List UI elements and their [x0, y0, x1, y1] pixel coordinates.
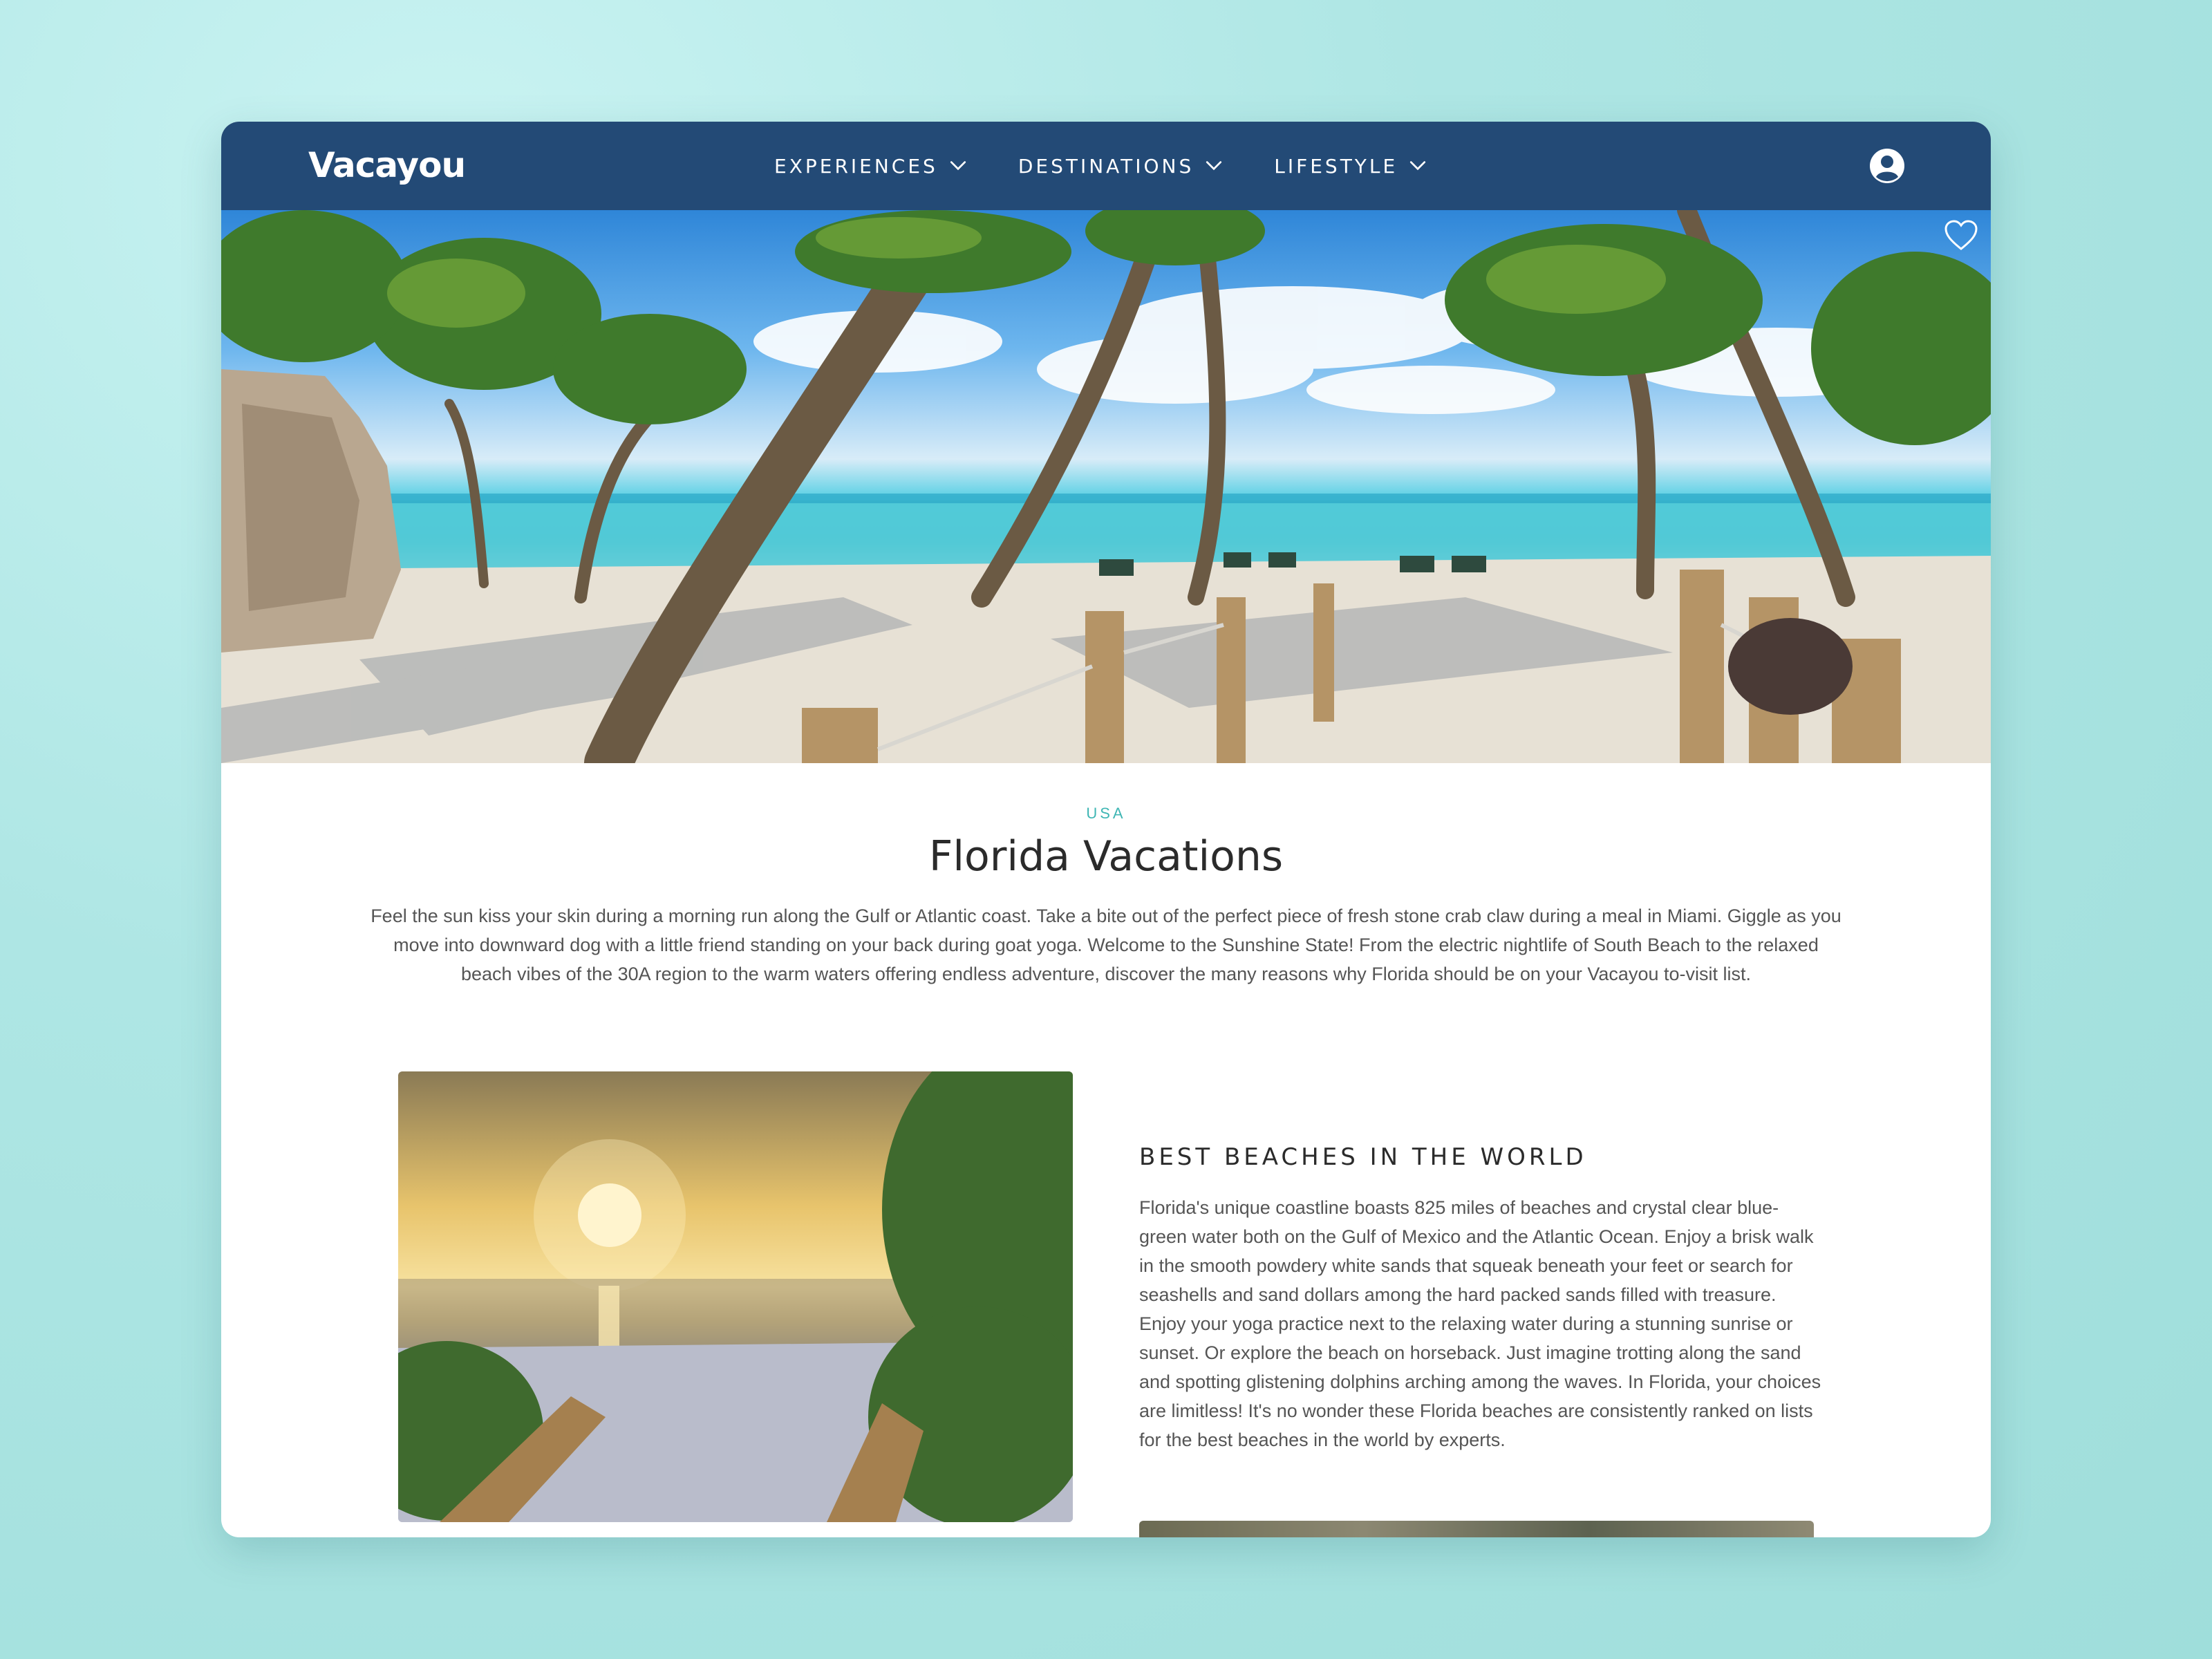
nav-item-destinations[interactable]: DESTINATIONS	[1018, 155, 1223, 178]
section-paragraph: Florida's unique coastline boasts 825 mi…	[1139, 1197, 1821, 1450]
heart-icon[interactable]	[1944, 220, 1978, 252]
site-logo[interactable]: Vacayou	[308, 145, 466, 185]
section-heading: BEST BEACHES IN THE WORLD	[1139, 1143, 1587, 1171]
user-circle-icon[interactable]	[1869, 148, 1905, 184]
sunset-illustration	[398, 1071, 1073, 1522]
page-title: Florida Vacations	[928, 832, 1284, 881]
intro-paragraph: Feel the sun kiss your skin during a mor…	[371, 906, 1841, 984]
nav-item-label: LIFESTYLE	[1274, 154, 1398, 178]
beach-scene-illustration	[221, 210, 1991, 763]
nav-item-experiences[interactable]: EXPERIENCES	[774, 155, 967, 178]
top-navigation: Vacayou EXPERIENCES DESTINATIONS LIFESTY…	[221, 122, 1991, 210]
hero-image	[221, 210, 1991, 763]
nav-item-label: EXPERIENCES	[774, 154, 938, 178]
nav-item-label: DESTINATIONS	[1018, 154, 1194, 178]
browser-window: Vacayou EXPERIENCES DESTINATIONS LIFESTY…	[221, 122, 1991, 1537]
chevron-down-icon	[950, 161, 966, 171]
main-menu: EXPERIENCES DESTINATIONS LIFESTYLE	[774, 122, 1478, 210]
region-label[interactable]: USA	[221, 805, 1991, 823]
next-section-image	[1139, 1521, 1814, 1537]
beach-sunset-image	[398, 1071, 1073, 1522]
nav-item-lifestyle[interactable]: LIFESTYLE	[1274, 155, 1427, 178]
chevron-down-icon	[1410, 161, 1426, 171]
chevron-down-icon	[1206, 161, 1222, 171]
